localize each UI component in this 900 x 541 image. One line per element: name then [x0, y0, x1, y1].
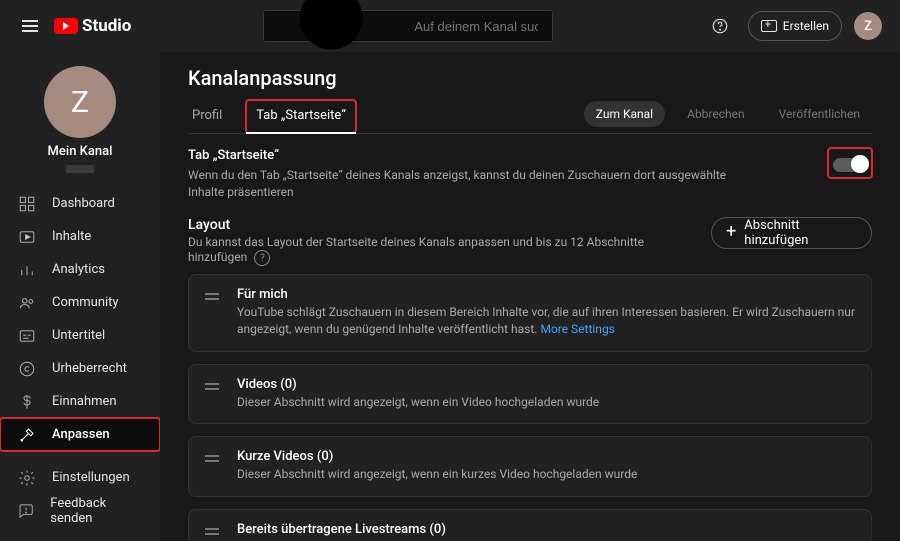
- search-input[interactable]: [412, 18, 540, 35]
- publish-button: Veröffentlichen: [767, 101, 872, 127]
- copyright-icon: [18, 360, 36, 378]
- analytics-icon: [18, 261, 36, 279]
- section-desc: Dieser Abschnitt wird angezeigt, wenn ei…: [237, 394, 599, 411]
- account-avatar[interactable]: Z: [854, 12, 882, 40]
- sidebar-item-content[interactable]: Inhalte: [0, 220, 160, 253]
- hometab-toggle[interactable]: [833, 158, 867, 172]
- sidebar-item-label: Urheberrecht: [52, 361, 127, 376]
- section-card: Bereits übertragene Livestreams (0) Dies…: [188, 509, 872, 541]
- sidebar-item-label: Feedback senden: [50, 496, 142, 526]
- sidebar-item-analytics[interactable]: Analytics: [0, 253, 160, 286]
- section-title: Für mich: [237, 287, 855, 302]
- drag-handle[interactable]: [205, 455, 219, 462]
- sidebar-item-label: Untertitel: [52, 328, 105, 343]
- tab-hometab[interactable]: Tab „Startseite“: [246, 100, 356, 133]
- sidebar-item-label: Einnahmen: [52, 394, 117, 409]
- sidebar-item-label: Dashboard: [52, 196, 115, 211]
- drag-handle[interactable]: [205, 528, 219, 535]
- create-icon: [761, 20, 777, 32]
- nav-list: Dashboard Inhalte Analytics Community Un…: [0, 187, 160, 451]
- channel-name: Mein Kanal: [48, 144, 113, 159]
- subtitles-icon: [18, 327, 36, 345]
- create-button[interactable]: Erstellen: [748, 11, 842, 41]
- tab-profile[interactable]: Profil: [188, 100, 226, 133]
- hamburger-menu[interactable]: [18, 16, 42, 36]
- drag-handle[interactable]: [205, 383, 219, 390]
- sidebar-item-label: Inhalte: [52, 229, 91, 244]
- view-channel-button[interactable]: Zum Kanal: [584, 101, 665, 127]
- create-label: Erstellen: [783, 19, 829, 33]
- toggle-title: Tab „Startseite“: [188, 148, 748, 163]
- section-desc: Dieser Abschnitt wird angezeigt, wenn ei…: [237, 466, 637, 483]
- section-desc: YouTube schlägt Zuschauern in diesem Ber…: [237, 304, 855, 339]
- hometab-toggle-card: Tab „Startseite“ Wenn du den Tab „Starts…: [188, 148, 872, 201]
- sidebar-item-settings[interactable]: Einstellungen: [0, 461, 160, 494]
- section-list: Für mich YouTube schlägt Zuschauern in d…: [188, 274, 872, 541]
- sidebar-item-label: Anpassen: [52, 427, 110, 442]
- section-title: Bereits übertragene Livestreams (0): [237, 522, 651, 537]
- section-card: Videos (0) Dieser Abschnitt wird angezei…: [188, 364, 872, 424]
- tab-bar: Profil Tab „Startseite“ Zum Kanal Abbrec…: [188, 100, 872, 134]
- channel-avatar: Z: [44, 66, 116, 138]
- feedback-icon: [18, 502, 34, 520]
- sidebar-item-label: Einstellungen: [52, 470, 130, 485]
- section-card: Für mich YouTube schlägt Zuschauern in d…: [188, 274, 872, 352]
- help-button[interactable]: [704, 10, 736, 42]
- sidebar-item-community[interactable]: Community: [0, 286, 160, 319]
- customize-icon: [18, 426, 36, 444]
- studio-logo[interactable]: Studio: [54, 16, 131, 36]
- brand-text: Studio: [82, 16, 131, 36]
- community-icon: [18, 294, 36, 312]
- content-icon: [18, 228, 36, 246]
- gear-icon: [18, 469, 36, 487]
- section-title: Videos (0): [237, 377, 599, 392]
- layout-header: Layout Du kannst das Layout der Startsei…: [188, 217, 872, 267]
- layout-title: Layout: [188, 217, 691, 233]
- cancel-button: Abbrechen: [675, 101, 757, 127]
- sidebar-item-feedback[interactable]: Feedback senden: [0, 494, 160, 527]
- sidebar-item-label: Analytics: [52, 262, 105, 277]
- sidebar: Z Mein Kanal Dashboard Inhalte Analytics…: [0, 52, 160, 541]
- drag-handle[interactable]: [205, 293, 219, 300]
- section-card: Kurze Videos (0) Dieser Abschnitt wird a…: [188, 436, 872, 496]
- channel-handle-hidden: [66, 165, 94, 173]
- add-section-label: Abschnitt hinzufügen: [744, 218, 857, 248]
- more-settings-link[interactable]: More Settings: [540, 322, 614, 336]
- search-box[interactable]: [263, 10, 553, 42]
- channel-card[interactable]: Z Mein Kanal: [0, 62, 160, 187]
- sidebar-item-copyright[interactable]: Urheberrecht: [0, 352, 160, 385]
- section-title: Kurze Videos (0): [237, 449, 637, 464]
- sidebar-item-subtitles[interactable]: Untertitel: [0, 319, 160, 352]
- sidebar-item-customize[interactable]: Anpassen: [0, 418, 160, 451]
- main-content: Kanalanpassung Profil Tab „Startseite“ Z…: [160, 52, 900, 541]
- youtube-icon: [54, 18, 78, 34]
- topbar: Studio Erstellen Z: [0, 0, 900, 52]
- add-section-button[interactable]: + Abschnitt hinzufügen: [711, 217, 872, 249]
- sidebar-item-dashboard[interactable]: Dashboard: [0, 187, 160, 220]
- sidebar-item-label: Community: [52, 295, 119, 310]
- sidebar-item-earn[interactable]: Einnahmen: [0, 385, 160, 418]
- help-icon[interactable]: ?: [254, 250, 270, 266]
- earn-icon: [18, 393, 36, 411]
- help-icon: [711, 17, 729, 35]
- dashboard-icon: [18, 195, 36, 213]
- toggle-desc: Wenn du den Tab „Startseite“ deines Kana…: [188, 167, 748, 201]
- page-title: Kanalanpassung: [188, 66, 872, 90]
